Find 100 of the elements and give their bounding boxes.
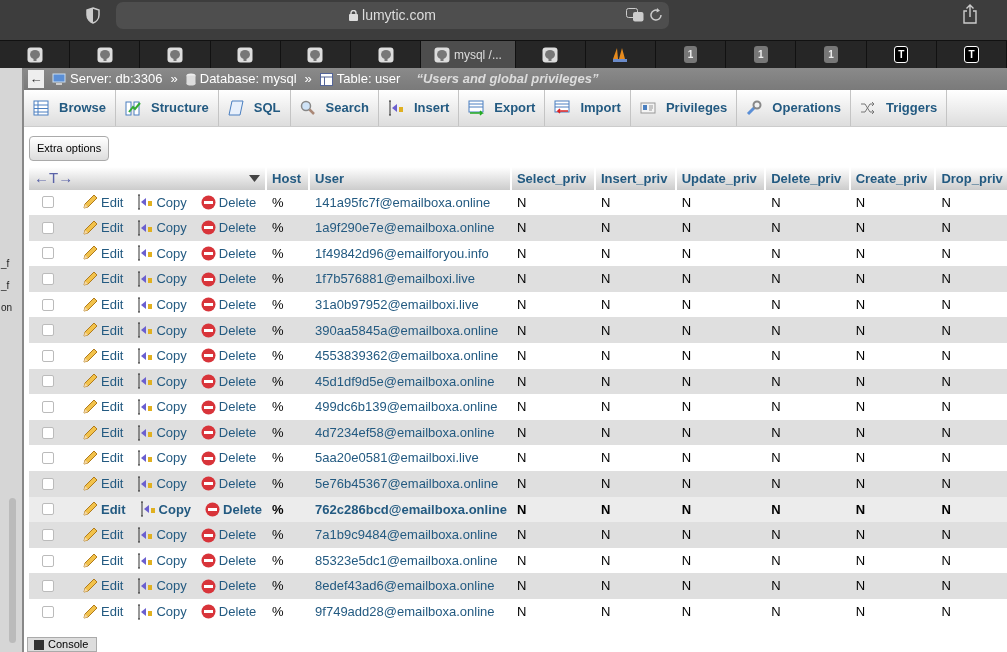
delete-link[interactable]: Delete: [200, 397, 257, 417]
row-checkbox[interactable]: [42, 554, 54, 567]
edit-link[interactable]: Edit: [82, 525, 124, 545]
nav-tab[interactable]: Privileges: [630, 90, 738, 126]
delete-link[interactable]: Delete: [200, 192, 257, 213]
column-header[interactable]: Drop_priv: [936, 167, 1007, 190]
user-link[interactable]: 8edef43ad6@emailboxa.online: [310, 573, 512, 599]
copy-link[interactable]: Copy: [137, 397, 187, 417]
nav-tab[interactable]: Browse: [24, 90, 116, 126]
delete-link[interactable]: Delete: [200, 243, 257, 264]
copy-link[interactable]: Copy: [137, 294, 187, 315]
table-link[interactable]: Table: user: [319, 69, 401, 89]
nav-tab[interactable]: Operations: [737, 90, 851, 126]
dropdown-caret-icon[interactable]: [249, 174, 261, 182]
delete-link[interactable]: Delete: [205, 499, 263, 520]
address-bar[interactable]: lumytic.com: [116, 2, 669, 29]
row-checkbox[interactable]: [42, 298, 54, 311]
database-link[interactable]: Database: mysql: [185, 69, 297, 89]
delete-link[interactable]: Delete: [200, 448, 257, 468]
edit-link[interactable]: Edit: [82, 243, 124, 264]
user-link[interactable]: 7a1b9c9484@emailboxa.online: [310, 522, 512, 548]
share-icon[interactable]: [962, 4, 978, 24]
edit-link[interactable]: Edit: [82, 269, 124, 289]
copy-link[interactable]: Copy: [139, 499, 192, 520]
user-link[interactable]: 762c286bcd@emailboxa.online: [310, 496, 512, 523]
copy-link[interactable]: Copy: [137, 474, 187, 494]
column-header[interactable]: User: [310, 167, 512, 190]
copy-link[interactable]: Copy: [137, 371, 187, 392]
edit-link[interactable]: Edit: [82, 397, 124, 417]
nav-tab[interactable]: Import: [545, 90, 631, 126]
copy-link[interactable]: Copy: [137, 192, 187, 213]
column-header[interactable]: Host: [267, 167, 311, 190]
edit-link[interactable]: Edit: [82, 550, 124, 571]
copy-link[interactable]: Copy: [137, 422, 187, 443]
nav-tab[interactable]: Export: [459, 90, 546, 126]
delete-link[interactable]: Delete: [200, 269, 257, 289]
row-checkbox[interactable]: [42, 580, 54, 593]
copy-link[interactable]: Copy: [137, 576, 187, 596]
column-header[interactable]: Insert_priv: [595, 167, 677, 190]
row-checkbox[interactable]: [42, 426, 54, 439]
delete-link[interactable]: Delete: [200, 218, 257, 238]
nav-tab[interactable]: Triggers: [850, 90, 948, 126]
edit-link[interactable]: Edit: [82, 371, 124, 392]
nav-tab[interactable]: Structure: [115, 90, 219, 126]
row-checkbox[interactable]: [42, 477, 54, 490]
copy-link[interactable]: Copy: [137, 550, 187, 571]
translate-icon[interactable]: [626, 8, 644, 22]
nav-tab[interactable]: Insert: [378, 90, 460, 126]
delete-link[interactable]: Delete: [200, 602, 257, 622]
column-header[interactable]: Create_priv: [850, 167, 937, 190]
edit-link[interactable]: Edit: [82, 320, 124, 340]
row-checkbox[interactable]: [42, 324, 54, 337]
server-link[interactable]: Server: db:3306: [52, 69, 163, 89]
user-link[interactable]: 4d7234ef58@emailboxa.online: [310, 419, 512, 446]
user-link[interactable]: 1a9f290e7e@emailboxa.online: [310, 215, 512, 241]
reload-icon[interactable]: [650, 8, 663, 22]
row-checkbox[interactable]: [42, 349, 54, 362]
delete-link[interactable]: Delete: [200, 346, 257, 366]
edit-link[interactable]: Edit: [82, 499, 126, 520]
edit-link[interactable]: Edit: [82, 422, 124, 443]
copy-link[interactable]: Copy: [137, 218, 187, 238]
column-header[interactable]: Select_priv: [511, 167, 596, 190]
delete-link[interactable]: Delete: [200, 422, 257, 443]
browser-tab[interactable]: mysql /...: [421, 41, 516, 68]
copy-link[interactable]: Copy: [137, 243, 187, 264]
row-checkbox[interactable]: [42, 247, 54, 260]
user-link[interactable]: 45d1df9d5e@emailboxa.online: [310, 368, 512, 395]
edit-link[interactable]: Edit: [82, 218, 124, 238]
edit-link[interactable]: Edit: [82, 346, 124, 366]
row-checkbox[interactable]: [42, 221, 54, 234]
edit-link[interactable]: Edit: [82, 448, 124, 468]
edit-link[interactable]: Edit: [82, 602, 124, 622]
nav-tab[interactable]: SQL: [218, 90, 291, 126]
row-checkbox[interactable]: [42, 452, 54, 465]
back-button[interactable]: ←: [28, 70, 44, 88]
delete-link[interactable]: Delete: [200, 550, 257, 571]
row-checkbox[interactable]: [42, 401, 54, 414]
edit-link[interactable]: Edit: [82, 474, 124, 494]
edit-link[interactable]: Edit: [82, 192, 124, 213]
column-resize-arrows[interactable]: ←T→: [34, 167, 74, 190]
delete-link[interactable]: Delete: [200, 576, 257, 596]
user-link[interactable]: 390aa5845a@emailboxa.online: [310, 317, 512, 344]
nav-tab[interactable]: Search: [290, 90, 379, 126]
user-link[interactable]: 1f7b576881@emailboxi.live: [310, 266, 512, 292]
row-checkbox[interactable]: [42, 503, 54, 516]
delete-link[interactable]: Delete: [200, 474, 257, 494]
extra-options-button[interactable]: Extra options: [29, 136, 110, 161]
copy-link[interactable]: Copy: [137, 448, 187, 468]
row-checkbox[interactable]: [42, 273, 54, 286]
delete-link[interactable]: Delete: [200, 525, 257, 545]
console-tab[interactable]: Console: [27, 637, 98, 652]
row-checkbox[interactable]: [42, 529, 54, 541]
scrollbar-thumb[interactable]: [9, 498, 16, 643]
edit-link[interactable]: Edit: [82, 576, 124, 596]
edit-link[interactable]: Edit: [82, 294, 124, 315]
copy-link[interactable]: Copy: [137, 525, 187, 545]
row-checkbox[interactable]: [42, 375, 54, 388]
copy-link[interactable]: Copy: [137, 346, 187, 366]
user-link[interactable]: 5e76b45367@emailboxa.online: [310, 471, 512, 497]
delete-link[interactable]: Delete: [200, 294, 257, 315]
